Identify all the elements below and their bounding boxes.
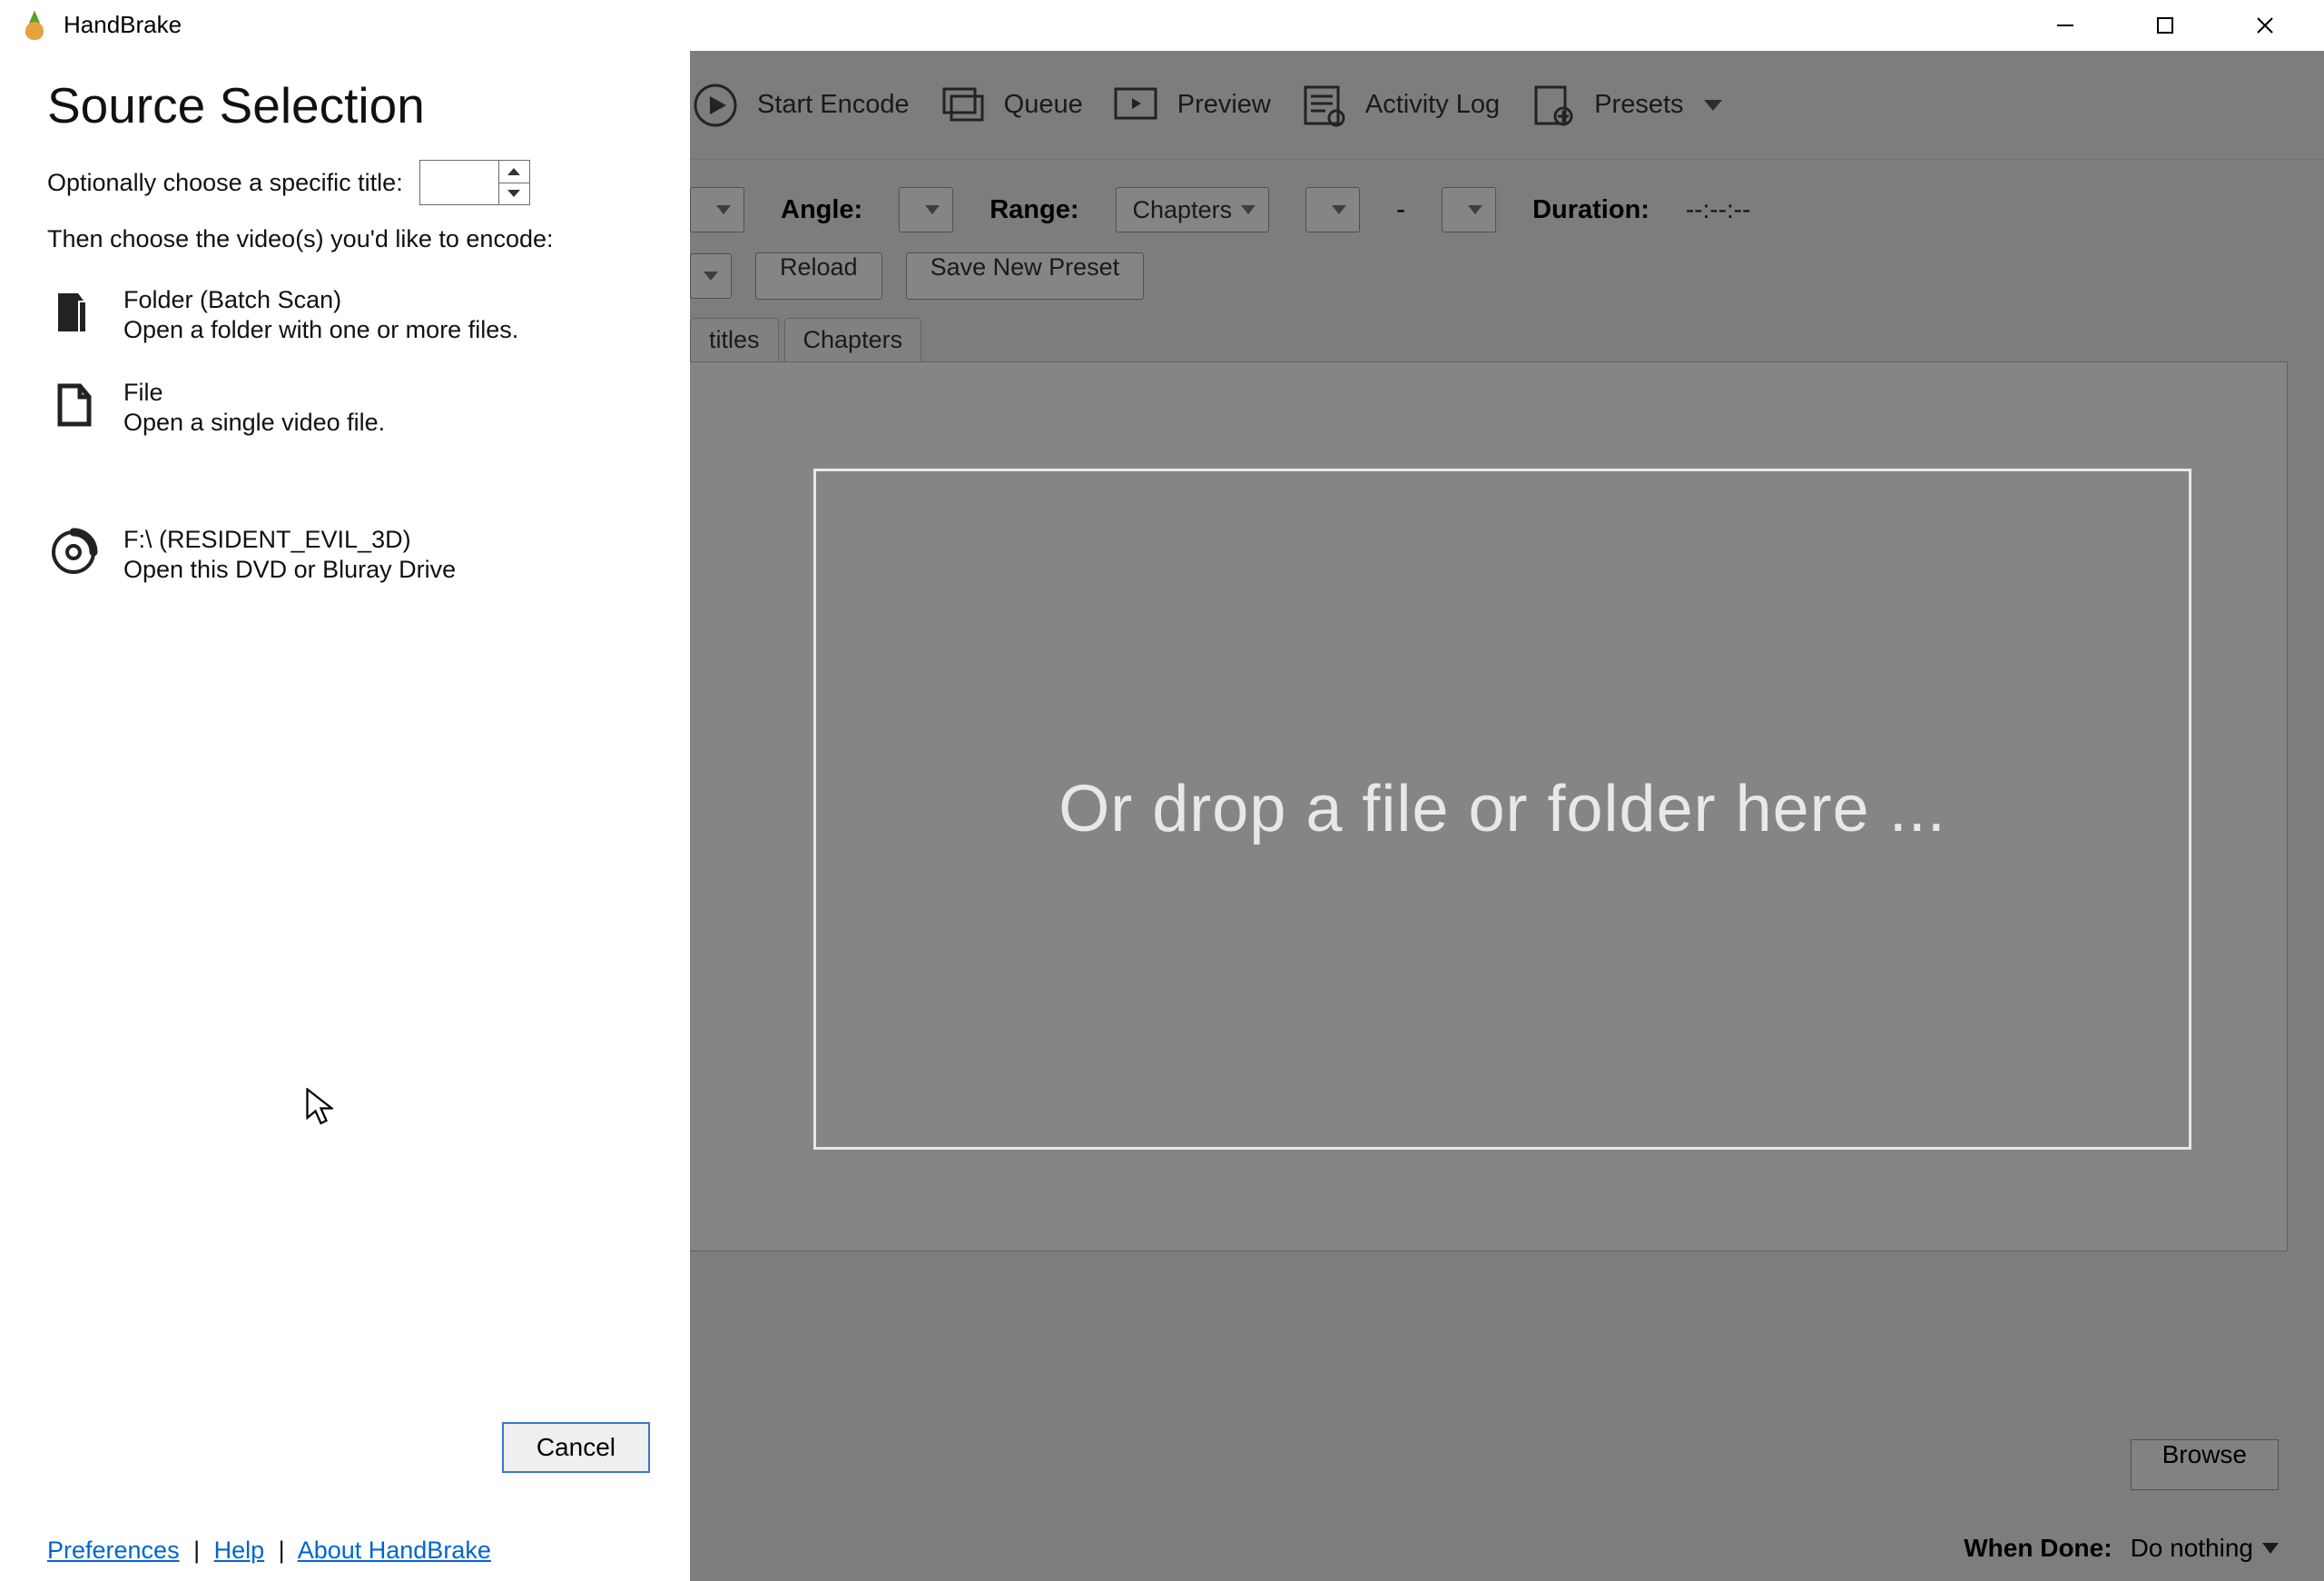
range-type-value: Chapters	[1133, 196, 1233, 224]
when-done-label: When Done:	[1964, 1534, 2112, 1563]
window-close-button[interactable]	[2215, 0, 2315, 51]
toolbar-presets[interactable]: Presets	[1527, 80, 1721, 131]
app-icon	[18, 9, 51, 42]
preview-icon	[1110, 80, 1161, 131]
title-select-row: Optionally choose a specific title:	[47, 160, 650, 205]
window-minimize-button[interactable]	[2015, 0, 2115, 51]
preset-nav-combo[interactable]	[690, 253, 732, 299]
help-link[interactable]: Help	[214, 1537, 265, 1564]
range-label: Range:	[990, 195, 1078, 225]
link-separator: |	[193, 1537, 200, 1564]
folder-sub: Open a folder with one or more files.	[123, 316, 518, 344]
play-circle-icon	[690, 80, 741, 131]
queue-icon	[937, 80, 988, 131]
angle-combo[interactable]	[899, 187, 953, 232]
file-icon	[47, 379, 100, 431]
browse-label: Browse	[2162, 1440, 2247, 1468]
disc-sub: Open this DVD or Bluray Drive	[123, 556, 456, 584]
window-maximize-button[interactable]	[2115, 0, 2215, 51]
save-preset-label: Save New Preset	[931, 253, 1120, 281]
range-start-combo[interactable]	[1305, 187, 1360, 232]
source-option-disc[interactable]: F:\ (RESIDENT_EVIL_3D) Open this DVD or …	[47, 515, 650, 608]
folder-title: Folder (Batch Scan)	[123, 286, 518, 314]
panel-heading: Source Selection	[47, 76, 650, 134]
chevron-down-icon	[1704, 100, 1722, 111]
disc-title: F:\ (RESIDENT_EVIL_3D)	[123, 526, 456, 554]
cancel-button[interactable]: Cancel	[502, 1422, 650, 1473]
when-done-row: When Done: Do nothing	[1964, 1534, 2279, 1563]
toolbar-presets-label: Presets	[1594, 90, 1683, 120]
app-title: HandBrake	[64, 11, 182, 39]
panel-hint: Then choose the video(s) you'd like to e…	[47, 225, 650, 253]
about-link[interactable]: About HandBrake	[298, 1537, 491, 1564]
mouse-cursor-icon	[306, 1088, 333, 1131]
drop-zone-text: Or drop a file or folder here ...	[1059, 772, 1945, 846]
save-preset-button[interactable]: Save New Preset	[906, 252, 1145, 300]
toolbar-activity-log-label: Activity Log	[1365, 90, 1500, 120]
spinner-up-button[interactable]	[499, 161, 529, 183]
toolbar-preview[interactable]: Preview	[1110, 80, 1271, 131]
spinner-down-button[interactable]	[499, 183, 529, 205]
browse-button[interactable]: Browse	[2131, 1439, 2279, 1490]
presets-icon	[1527, 80, 1578, 131]
title-spinner-input[interactable]	[420, 161, 498, 204]
reload-button[interactable]: Reload	[755, 252, 882, 300]
cancel-label: Cancel	[537, 1433, 615, 1461]
activity-log-icon	[1298, 80, 1349, 131]
title-combo[interactable]	[690, 187, 744, 232]
range-type-combo[interactable]: Chapters	[1116, 187, 1270, 232]
folder-icon	[47, 286, 100, 339]
toolbar-activity-log[interactable]: Activity Log	[1298, 80, 1500, 131]
when-done-value: Do nothing	[2131, 1534, 2253, 1563]
duration-value: --:--:--	[1686, 195, 1751, 224]
preferences-link[interactable]: Preferences	[47, 1537, 180, 1564]
footer-links: Preferences | Help | About HandBrake	[47, 1537, 650, 1565]
source-option-file[interactable]: File Open a single video file.	[47, 368, 650, 460]
chevron-down-icon	[2262, 1543, 2279, 1554]
angle-label: Angle:	[781, 195, 862, 225]
toolbar-queue-label: Queue	[1004, 90, 1083, 120]
toolbar-start-encode[interactable]: Start Encode	[690, 80, 910, 131]
title-bar: HandBrake	[0, 0, 2324, 51]
source-option-folder[interactable]: Folder (Batch Scan) Open a folder with o…	[47, 275, 650, 368]
title-select-label: Optionally choose a specific title:	[47, 169, 403, 197]
toolbar-start-encode-label: Start Encode	[757, 90, 910, 120]
tab-titles[interactable]: titles	[690, 318, 779, 361]
tab-chapters[interactable]: Chapters	[784, 318, 922, 361]
range-end-combo[interactable]	[1442, 187, 1496, 232]
title-spinner[interactable]	[419, 160, 530, 205]
file-sub: Open a single video file.	[123, 409, 385, 437]
reload-label: Reload	[780, 253, 858, 281]
range-separator: -	[1396, 194, 1405, 225]
file-title: File	[123, 379, 385, 407]
source-selection-panel: Source Selection Optionally choose a spe…	[0, 51, 690, 1581]
duration-label: Duration:	[1532, 195, 1649, 225]
toolbar-preview-label: Preview	[1177, 90, 1271, 120]
disc-icon	[47, 526, 100, 578]
link-separator: |	[279, 1537, 285, 1564]
toolbar-queue[interactable]: Queue	[937, 80, 1083, 131]
when-done-dropdown[interactable]: Do nothing	[2131, 1534, 2279, 1563]
drop-zone[interactable]: Or drop a file or folder here ...	[813, 469, 2191, 1150]
